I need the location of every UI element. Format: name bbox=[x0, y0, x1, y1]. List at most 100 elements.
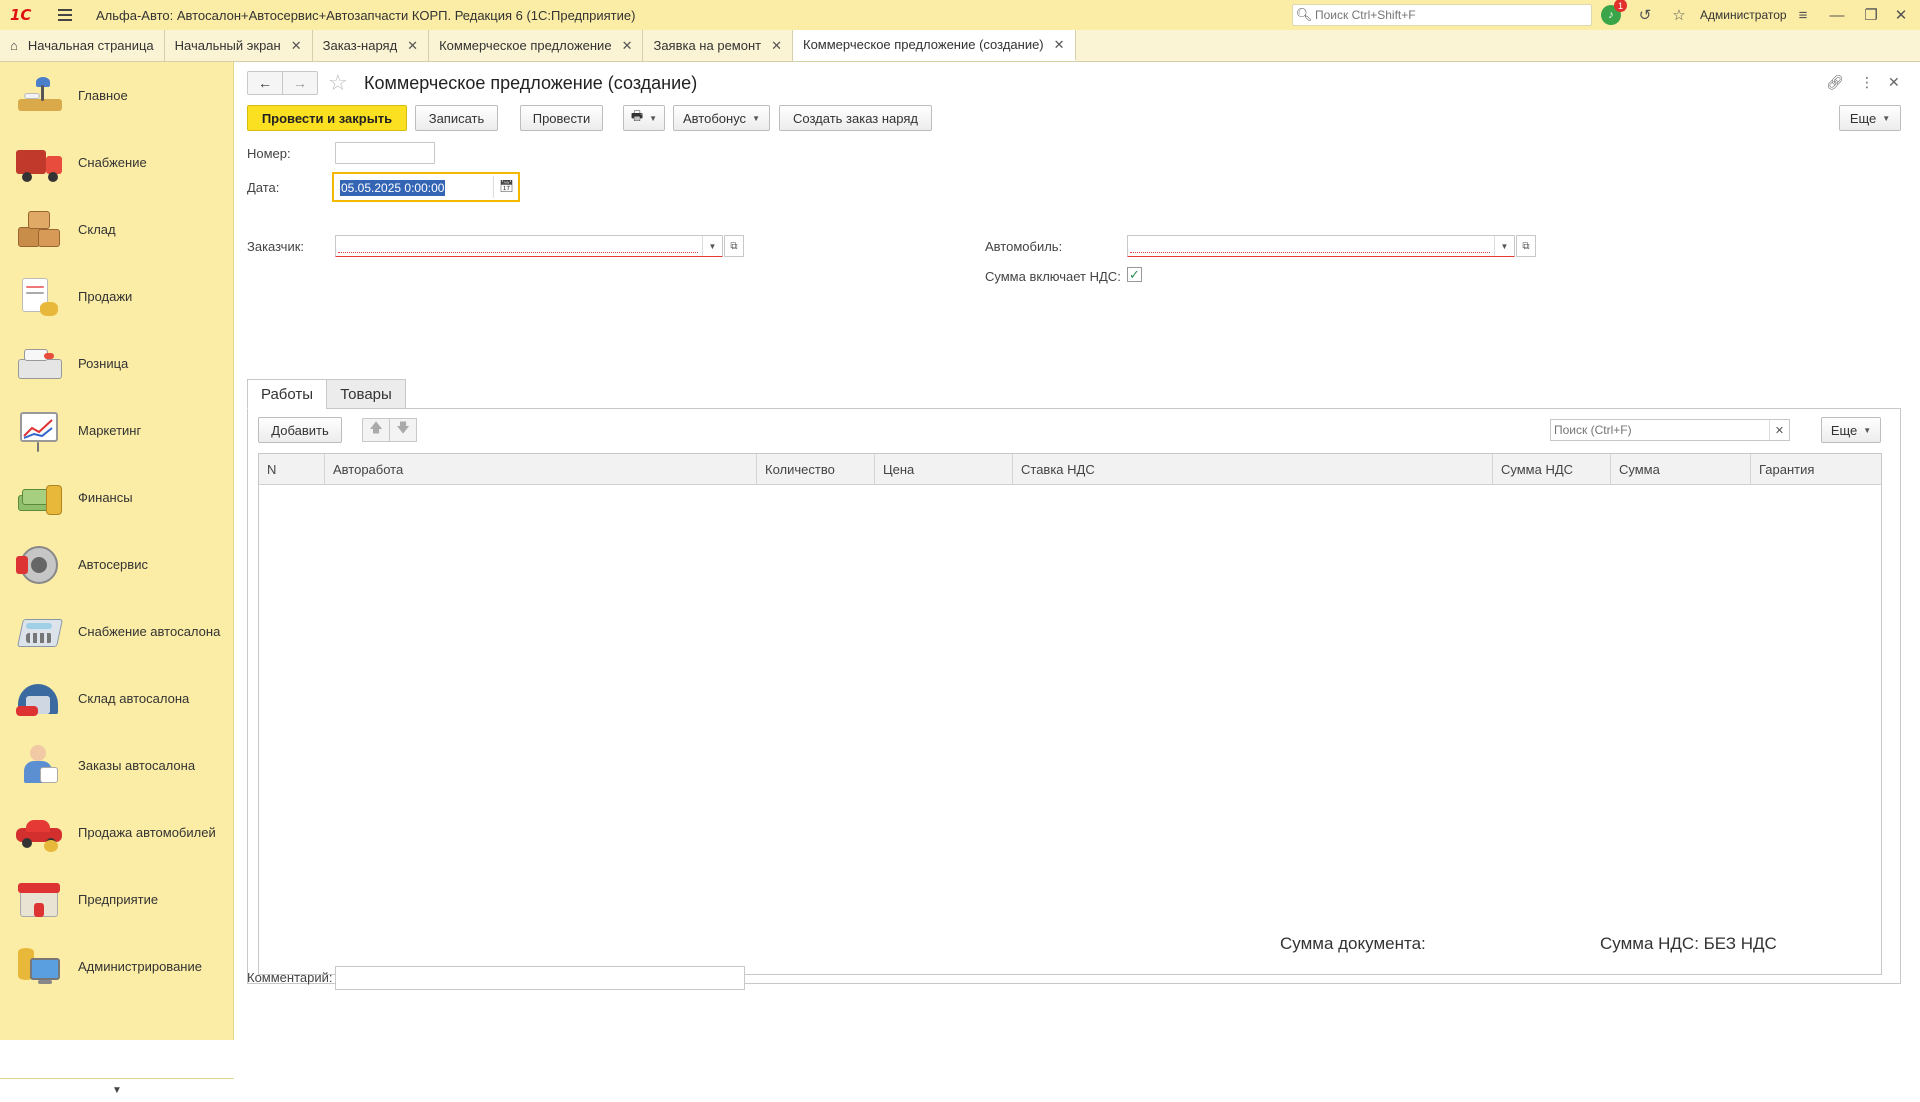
tab-works[interactable]: Работы bbox=[247, 379, 327, 409]
close-tab-icon[interactable]: ✕ bbox=[1054, 37, 1065, 53]
home-icon: ⌂ bbox=[10, 38, 18, 53]
column-header-quantity[interactable]: Количество bbox=[757, 454, 875, 485]
vat-included-label: Сумма включает НДС: bbox=[985, 269, 1121, 284]
computer-db-icon bbox=[14, 944, 66, 990]
tab-goods[interactable]: Товары bbox=[326, 379, 406, 409]
add-to-favorites-star-icon[interactable]: ☆ bbox=[328, 70, 348, 96]
print-dropdown-button[interactable]: 🖶︎ ▼ bbox=[623, 105, 665, 131]
favorites-star-icon[interactable]: ☆ bbox=[1668, 5, 1690, 25]
sidebar-item-autoservice[interactable]: Автосервис bbox=[0, 531, 234, 598]
chevron-down-icon[interactable]: ▼ bbox=[1494, 236, 1514, 256]
works-table[interactable]: N Авторабота Количество Цена Ставка НДС … bbox=[258, 453, 1882, 975]
car-label: Автомобиль: bbox=[985, 239, 1063, 254]
minimize-icon[interactable]: — bbox=[1826, 5, 1848, 25]
vat-included-checkbox[interactable]: ✓ bbox=[1127, 267, 1142, 282]
open-car-icon[interactable]: ⧉ bbox=[1516, 235, 1536, 257]
sidebar-scroll-down-icon[interactable]: ▼ bbox=[0, 1078, 234, 1102]
sidebar-item-dealer-supply[interactable]: Снабжение автосалона bbox=[0, 598, 234, 665]
restore-icon[interactable]: ❐ bbox=[1860, 5, 1882, 25]
column-header-vat-sum[interactable]: Сумма НДС bbox=[1493, 454, 1611, 485]
sidebar-item-label: Продажа автомобилей bbox=[78, 825, 216, 840]
date-label: Дата: bbox=[247, 180, 280, 195]
forward-arrow-icon[interactable]: → bbox=[282, 71, 318, 95]
column-header-n[interactable]: N bbox=[259, 454, 325, 485]
move-down-arrow-icon[interactable]: 🡇︎ bbox=[389, 418, 417, 442]
tab-label: Заказ-наряд bbox=[322, 38, 398, 53]
global-search-input[interactable] bbox=[1315, 8, 1575, 22]
more-actions-icon[interactable]: ⋮ bbox=[1860, 74, 1874, 91]
tab-repair-request[interactable]: Заявка на ремонт ✕ bbox=[643, 30, 793, 61]
invoice-coins-icon bbox=[14, 274, 66, 320]
app-title: Альфа-Авто: Автосалон+Автосервис+Автозап… bbox=[96, 7, 636, 23]
sidebar-item-retail[interactable]: Розница bbox=[0, 330, 234, 397]
chevron-down-icon[interactable]: ▼ bbox=[702, 236, 722, 256]
global-search[interactable]: 🔍︎ bbox=[1292, 4, 1592, 26]
sidebar-item-label: Розница bbox=[78, 356, 129, 371]
printer-icon: 🖶︎ bbox=[630, 108, 644, 123]
number-field[interactable] bbox=[335, 142, 435, 164]
chevron-down-icon: ▼ bbox=[752, 113, 760, 123]
settings-menu-icon[interactable]: ≡ bbox=[1792, 5, 1814, 25]
window-tabs: ⌂ Начальная страница Начальный экран ✕ За… bbox=[0, 30, 1920, 62]
create-work-order-button[interactable]: Создать заказ наряд bbox=[779, 105, 932, 131]
tab-commercial-offer[interactable]: Коммерческое предложение ✕ bbox=[429, 30, 644, 61]
column-header-sum[interactable]: Сумма bbox=[1611, 454, 1751, 485]
sidebar-item-sales[interactable]: Продажи bbox=[0, 263, 234, 330]
comment-label: Комментарий: bbox=[247, 970, 333, 985]
tab-work-order[interactable]: Заказ-наряд ✕ bbox=[313, 30, 430, 61]
close-form-icon[interactable]: ✕ bbox=[1888, 74, 1900, 91]
save-button[interactable]: Записать bbox=[415, 105, 498, 131]
checkmark-icon: ✓ bbox=[1129, 266, 1140, 282]
calendar-icon[interactable]: 📅︎ bbox=[499, 179, 514, 193]
history-icon[interactable]: ↺ bbox=[1634, 5, 1656, 25]
sidebar-item-finance[interactable]: Финансы bbox=[0, 464, 234, 531]
more-button[interactable]: Еще ▼ bbox=[1839, 105, 1901, 131]
1c-logo: 1С bbox=[10, 6, 32, 24]
autobonus-dropdown-button[interactable]: Автобонус ▼ bbox=[673, 105, 770, 131]
move-up-arrow-icon[interactable]: 🡅︎ bbox=[362, 418, 390, 442]
add-row-button[interactable]: Добавить bbox=[258, 417, 342, 443]
main-menu-icon[interactable] bbox=[58, 9, 80, 21]
user-name[interactable]: Администратор bbox=[1700, 8, 1787, 22]
garage-icon bbox=[14, 676, 66, 722]
column-header-vat-rate[interactable]: Ставка НДС bbox=[1013, 454, 1493, 485]
table-search-input[interactable] bbox=[1551, 420, 1765, 440]
customer-field[interactable]: ▼ bbox=[335, 235, 723, 257]
close-tab-icon[interactable]: ✕ bbox=[407, 38, 418, 54]
clear-search-icon[interactable]: ✕ bbox=[1769, 420, 1789, 440]
sidebar-item-car-sales[interactable]: Продажа автомобилей bbox=[0, 799, 234, 866]
comment-field[interactable] bbox=[335, 966, 745, 990]
close-tab-icon[interactable]: ✕ bbox=[622, 38, 633, 54]
tab-home[interactable]: ⌂ Начальная страница bbox=[0, 30, 165, 61]
open-customer-icon[interactable]: ⧉ bbox=[724, 235, 744, 257]
tab-commercial-offer-create[interactable]: Коммерческое предложение (создание) ✕ bbox=[793, 30, 1076, 61]
sidebar-item-dealer-orders[interactable]: Заказы автосалона bbox=[0, 732, 234, 799]
sidebar-item-supply[interactable]: Снабжение bbox=[0, 129, 234, 196]
date-field[interactable]: 05.05.2025 0:00:00 📅︎ bbox=[332, 172, 520, 202]
search-icon: 🔍︎ bbox=[1295, 7, 1313, 22]
close-tab-icon[interactable]: ✕ bbox=[771, 38, 782, 54]
sidebar-item-enterprise[interactable]: Предприятие bbox=[0, 866, 234, 933]
notifications-button[interactable]: ♪ 1 bbox=[1600, 0, 1627, 25]
sidebar-item-marketing[interactable]: Маркетинг bbox=[0, 397, 234, 464]
calculator-icon bbox=[14, 609, 66, 655]
document-sum: Сумма документа: bbox=[1280, 934, 1426, 953]
table-search[interactable]: ✕ bbox=[1550, 419, 1790, 441]
chart-board-icon bbox=[14, 408, 66, 454]
car-field[interactable]: ▼ bbox=[1127, 235, 1515, 257]
back-arrow-icon[interactable]: ← bbox=[247, 71, 283, 95]
post-button[interactable]: Провести bbox=[520, 105, 603, 131]
close-tab-icon[interactable]: ✕ bbox=[291, 38, 302, 54]
table-more-button[interactable]: Еще ▼ bbox=[1821, 417, 1881, 443]
tab-start-screen[interactable]: Начальный экран ✕ bbox=[165, 30, 313, 61]
close-window-icon[interactable]: ✕ bbox=[1890, 5, 1912, 25]
post-and-close-button[interactable]: Провести и закрыть bbox=[247, 105, 407, 131]
sidebar-item-main[interactable]: Главное bbox=[0, 62, 234, 129]
column-header-price[interactable]: Цена bbox=[875, 454, 1013, 485]
column-header-warranty[interactable]: Гарантия bbox=[1751, 454, 1881, 485]
sidebar-item-dealer-warehouse[interactable]: Склад автосалона bbox=[0, 665, 234, 732]
sidebar-item-administration[interactable]: Администрирование bbox=[0, 933, 234, 1000]
column-header-autowork[interactable]: Авторабота bbox=[325, 454, 757, 485]
sidebar-item-warehouse[interactable]: Склад bbox=[0, 196, 234, 263]
link-icon[interactable]: 🔗︎ bbox=[1826, 74, 1844, 91]
